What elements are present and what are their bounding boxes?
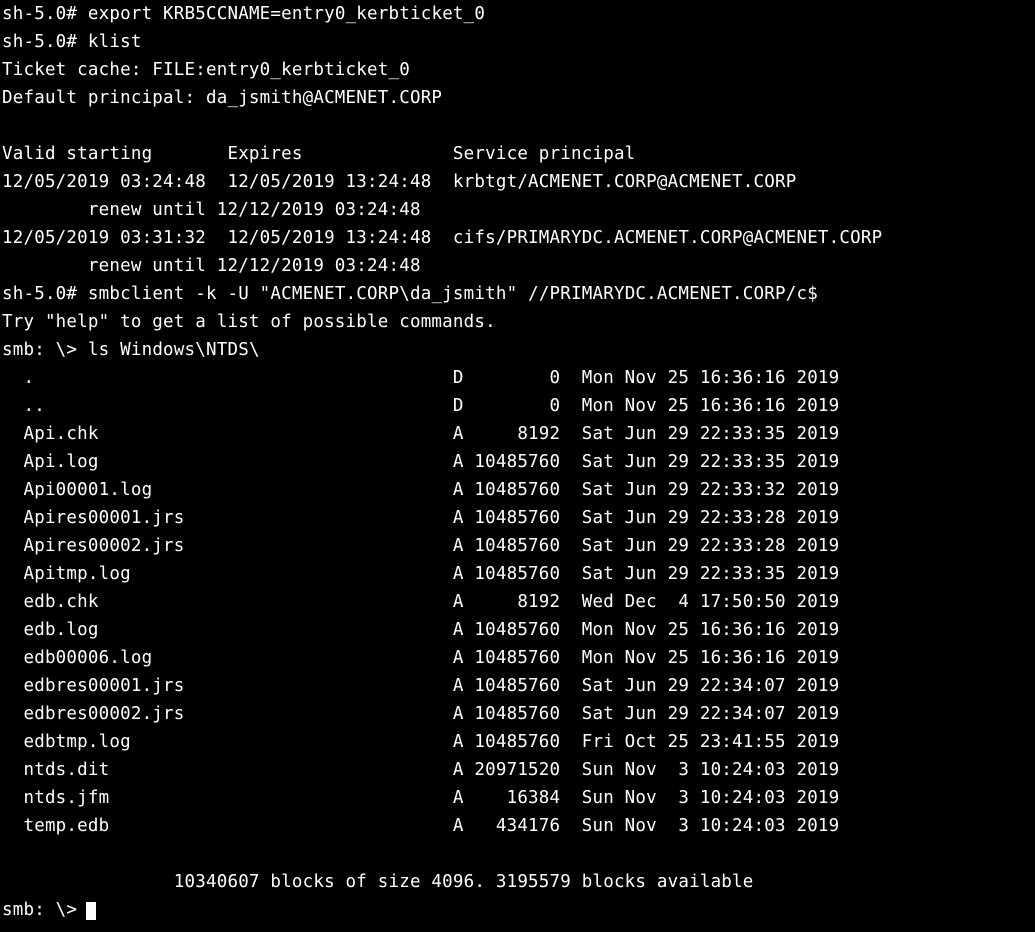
klist-cache: Ticket cache: FILE:entry0_kerbticket_0	[2, 60, 410, 80]
klist-renew: renew until 12/12/2019 03:24:48	[2, 256, 421, 276]
klist-header: Valid starting Expires Service principal	[2, 144, 635, 164]
smb-prompt: smb: \> ls Windows\NTDS\	[2, 340, 260, 360]
prompt-line: sh-5.0# export KRB5CCNAME=entry0_kerbtic…	[2, 4, 485, 24]
ls-rows: . D 0 Mon Nov 25 16:36:16 2019 .. D 0 Mo…	[2, 368, 839, 836]
ls-summary: 10340607 blocks of size 4096. 3195579 bl…	[2, 872, 754, 892]
klist-principal: Default principal: da_jsmith@ACMENET.COR…	[2, 88, 442, 108]
prompt-line[interactable]: smb: \>	[2, 900, 96, 920]
klist-renew: renew until 12/12/2019 03:24:48	[2, 200, 421, 220]
terminal-output[interactable]: sh-5.0# export KRB5CCNAME=entry0_kerbtic…	[0, 0, 1035, 932]
prompt-line: sh-5.0# klist	[2, 32, 142, 52]
prompt-line: sh-5.0# smbclient -k -U "ACMENET.CORP\da…	[2, 284, 818, 304]
klist-ticket: 12/05/2019 03:31:32 12/05/2019 13:24:48 …	[2, 228, 882, 248]
cursor	[86, 902, 96, 920]
klist-ticket: 12/05/2019 03:24:48 12/05/2019 13:24:48 …	[2, 172, 796, 192]
smb-help: Try "help" to get a list of possible com…	[2, 312, 496, 332]
